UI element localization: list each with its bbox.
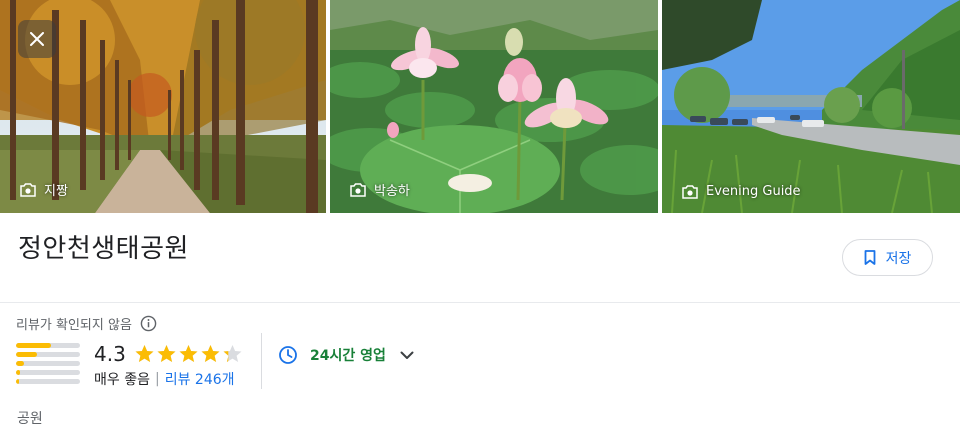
photo-credit[interactable]: Evening Guide: [682, 184, 801, 199]
unverified-label: 리뷰가 확인되지 않음: [16, 318, 132, 333]
rating-distribution[interactable]: [16, 343, 80, 388]
star-icon: [223, 345, 242, 362]
photo-credit[interactable]: 지짱: [20, 180, 68, 199]
rating-score: 4.3: [94, 342, 126, 366]
unverified-reviews-notice: 리뷰가 확인되지 않음: [16, 314, 157, 333]
photo-credit-name: 지짱: [44, 184, 68, 199]
photo-credit-name: Evening Guide: [706, 184, 801, 199]
star-icon: [201, 345, 220, 362]
save-label: 저장: [885, 250, 912, 267]
save-button[interactable]: 저장: [842, 239, 933, 276]
vertical-divider: [261, 333, 262, 389]
place-title: 정안천생태공원: [18, 234, 189, 264]
photo-credit[interactable]: 박송하: [350, 180, 410, 199]
star-icon: [135, 345, 154, 362]
star-icon: [179, 345, 198, 362]
camera-icon: [682, 184, 698, 199]
hours-toggle[interactable]: 24시간 영업: [278, 345, 414, 365]
photo-tree-path[interactable]: 지짱: [0, 0, 326, 213]
bookmark-icon: [864, 250, 876, 265]
close-button[interactable]: [18, 20, 56, 58]
rating-stars: [134, 344, 243, 364]
rating-bar: [16, 370, 80, 375]
rating-separator: |: [154, 371, 160, 387]
camera-icon: [350, 182, 366, 197]
chevron-down-icon: [400, 351, 414, 359]
camera-icon: [20, 182, 36, 197]
photo-gallery: 지짱 박송하 Evening Guide: [0, 0, 960, 213]
rating-bar-fill: [16, 352, 38, 357]
review-count-link[interactable]: 리뷰 246개: [165, 369, 235, 389]
hours-label: 24시간 영업: [310, 348, 386, 364]
rating-bar: [16, 352, 80, 357]
clock-icon: [279, 346, 297, 364]
rating-bar: [16, 343, 80, 348]
rating-bar-fill: [16, 343, 52, 348]
section-divider: [0, 302, 960, 303]
photo-park-lot[interactable]: Evening Guide: [662, 0, 960, 213]
rating-bar: [16, 379, 80, 384]
rating-bar: [16, 361, 80, 366]
rating-summary: 매우 좋음 | 리뷰 246개: [94, 369, 235, 389]
rating-description: 매우 좋음: [94, 372, 150, 388]
rating-bar-fill: [16, 361, 24, 366]
photo-credit-name: 박송하: [374, 184, 410, 199]
rating-bar-fill: [16, 370, 20, 375]
photo-lotus[interactable]: 박송하: [330, 0, 658, 213]
close-icon: [30, 32, 44, 46]
info-icon[interactable]: [140, 315, 157, 332]
star-icon: [157, 345, 176, 362]
rating-bar-fill: [16, 379, 20, 384]
place-category: 공원: [17, 411, 43, 427]
